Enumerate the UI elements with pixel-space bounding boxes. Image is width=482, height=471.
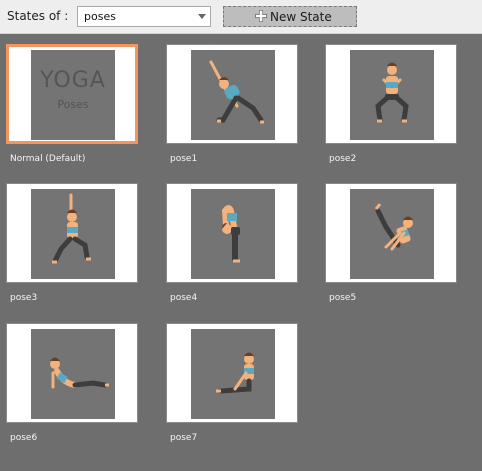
chevron-down-icon[interactable] [198,14,206,19]
thumb-subtitle: Poses [57,98,89,111]
seated-forward-pose-figure [216,352,254,394]
states-of-label: States of : [7,9,69,23]
pose-image [350,189,434,279]
state-name: pose6 [10,433,38,443]
goddess-squat-pose-figure [375,62,409,123]
state-thumbnail[interactable]: YOGA Poses [6,44,138,144]
new-state-label: New State [270,10,332,24]
state-name: pose7 [170,433,198,443]
warrior-pose-figure [52,193,91,264]
state-name: pose4 [170,293,198,303]
state-thumbnail[interactable] [325,183,457,283]
state-thumbnail[interactable] [6,323,138,423]
pose-image [31,189,115,279]
pose-image [191,50,275,140]
state-thumbnail[interactable] [166,183,298,283]
pose-image [191,329,275,419]
state-thumbnail[interactable] [166,44,298,144]
thumb-title: YOGA [40,68,106,93]
state-group-select[interactable]: poses [77,6,211,27]
states-toolbar: States of : poses New State [0,0,482,34]
pose-image [191,189,275,279]
new-state-button[interactable]: New State [223,6,357,27]
state-thumbnail[interactable] [166,323,298,423]
triangle-pose-figure [209,60,264,124]
state-group-select-value: poses [84,10,116,23]
state-name: pose1 [170,154,198,164]
pose-image [31,329,115,419]
plus-icon [255,10,267,22]
state-thumbnail[interactable] [325,44,457,144]
state-name: pose2 [329,154,357,164]
pose-image [350,50,434,140]
states-grid: YOGA Poses Normal (Default) pose1 pose2 … [0,34,482,471]
state-name: Normal (Default) [10,154,86,164]
cobra-pose-figure [50,357,109,389]
state-thumbnail[interactable] [6,183,138,283]
state-name: pose5 [329,293,357,303]
forward-fold-pose-figure [221,205,240,263]
boat-pose-figure [374,203,413,251]
yoga-title-image: YOGA Poses [31,50,115,140]
state-name: pose3 [10,293,38,303]
